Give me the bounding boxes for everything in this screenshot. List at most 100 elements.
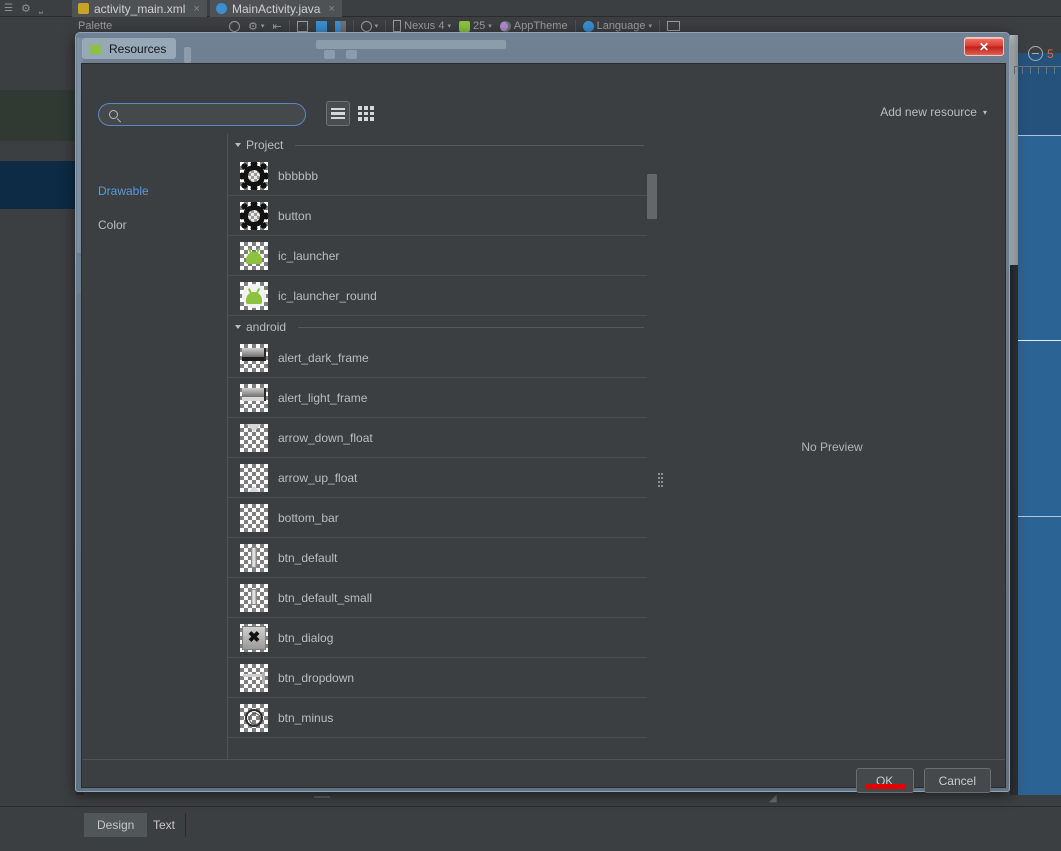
canvas-resize-handle[interactable]: ◢ [769,793,783,804]
btn-dropdown-thumb [240,663,268,692]
tab-text[interactable]: Text [140,813,188,837]
xml-file-icon [78,3,89,14]
android-droid-thumb [240,241,268,270]
group-header-project[interactable]: Project [228,134,648,156]
dialog-title-group: Resources [82,38,177,59]
dialog-close-button[interactable]: ✕ [964,37,1004,56]
dialog-footer-divider [82,759,1005,760]
resource-list[interactable]: Project bbbbbb button ic_launcher ic_lau… [228,134,648,789]
editor-tab-label: MainActivity.java [232,1,321,16]
group-rule [295,144,644,146]
search-input[interactable] [124,106,296,123]
add-new-resource-button[interactable]: Add new resource ▾ [880,105,987,119]
java-file-icon [216,3,227,14]
gear-icon[interactable]: ⚙ [21,2,31,15]
ok-button[interactable]: OK [855,768,914,793]
search-field-container[interactable] [98,103,306,126]
device-label: Nexus 4 [404,20,445,32]
resources-dialog: Resources ✕ Add new resource ▾ Drawable … [75,32,1011,793]
resource-name: btn_default_small [278,590,373,605]
group-rule [298,326,644,328]
list-item[interactable]: bottom_bar [228,498,648,538]
chevron-down-icon: ▾ [982,107,987,117]
list-item[interactable]: btn_default_small [228,578,648,618]
alert-dark-frame-thumb [240,343,268,372]
list-item[interactable]: alert_light_frame [228,378,648,418]
preview-placeholder-text: No Preview [801,439,863,454]
group-label: android [246,320,287,334]
android-droid-round-thumb [240,281,268,310]
android-studio-icon [88,41,103,56]
chevron-down-icon[interactable] [235,325,241,329]
grid-view-icon [358,105,374,122]
resource-list-scrollbar-thumb[interactable] [647,174,657,219]
editor-tab-mainactivity-java[interactable]: MainActivity.java × [210,0,342,17]
btn-minus-thumb [240,703,268,732]
category-item-color[interactable]: Color [98,216,127,234]
cog-ninepatch-thumb [240,201,268,230]
list-item[interactable]: arrow_up_float [228,458,648,498]
list-item[interactable]: ic_launcher_round [228,276,648,316]
resource-name: ic_launcher [278,248,340,263]
canvas-ruler [1014,66,1061,80]
resource-name: alert_dark_frame [278,350,369,365]
list-item[interactable]: btn_minus [228,698,648,738]
editor-tab-activity-main-xml[interactable]: activity_main.xml × [72,0,207,17]
cancel-button-label: Cancel [938,773,976,788]
category-label: Color [98,218,127,232]
resource-name: button [278,208,312,223]
zoom-control[interactable]: 5 [1028,46,1054,61]
grid-view-button[interactable] [354,101,378,126]
preview-canvas-right [1010,35,1061,795]
canvas-green-band [0,90,76,141]
chevron-down-icon[interactable] [235,143,241,147]
titlebar-ghost-3 [324,50,335,59]
group-header-android[interactable]: android [228,316,648,338]
preview-band-4 [1018,517,1061,795]
category-item-drawable[interactable]: Drawable [98,182,149,200]
cog-ninepatch-thumb [240,161,268,190]
category-label: Drawable [98,184,149,198]
canvas-marker [314,796,330,798]
editor-canvas-left [0,35,76,795]
list-item[interactable]: btn_dropdown [228,658,648,698]
zoom-level-label: 5 [1047,46,1054,61]
dialog-title-bar[interactable]: Resources ✕ [76,33,1011,63]
list-item[interactable]: bbbbbb [228,156,648,196]
dialog-action-buttons: OK Cancel [855,768,991,793]
list-item[interactable]: button [228,196,648,236]
list-item[interactable]: arrow_down_float [228,418,648,458]
close-icon[interactable]: × [328,3,334,15]
menu-icon[interactable]: ☰ [4,3,13,14]
list-item[interactable]: alert_dark_frame [228,338,648,378]
add-new-resource-label: Add new resource [880,105,977,119]
list-view-button[interactable] [326,101,350,126]
resource-list-scrollbar[interactable] [647,172,657,759]
search-icon [109,110,118,119]
language-label: Language [596,20,646,32]
list-item[interactable]: ic_launcher [228,236,648,276]
editor-tab-bar: ☰ ⚙ ⎵ activity_main.xml × MainActivity.j… [0,0,1061,17]
api-level-label: 25 [473,20,486,32]
zoom-out-icon[interactable] [1028,46,1043,61]
resource-name: alert_light_frame [278,390,368,405]
arrow-down-thumb [240,423,268,452]
titlebar-ghost-1 [316,40,506,49]
close-icon[interactable]: × [193,3,199,15]
resource-name: bbbbbb [278,168,319,183]
collapse-icon[interactable]: ⎵ [39,3,43,14]
list-view-icon [331,105,345,121]
resource-name: btn_minus [278,710,334,725]
category-column: Drawable Color [82,134,228,759]
pane-splitter-handle[interactable] [658,469,663,491]
arrow-up-thumb [240,463,268,492]
palette-label: Palette [78,20,113,32]
titlebar-ghost-4 [346,50,357,59]
list-item[interactable]: ✖ btn_dialog [228,618,648,658]
list-item[interactable]: btn_default [228,538,648,578]
editor-left-tool-icons: ☰ ⚙ ⎵ [0,0,70,17]
cancel-button[interactable]: Cancel [923,768,991,793]
theme-label: AppTheme [513,20,568,32]
btn-default-small-thumb [240,583,268,612]
tab-design[interactable]: Design [84,813,148,837]
